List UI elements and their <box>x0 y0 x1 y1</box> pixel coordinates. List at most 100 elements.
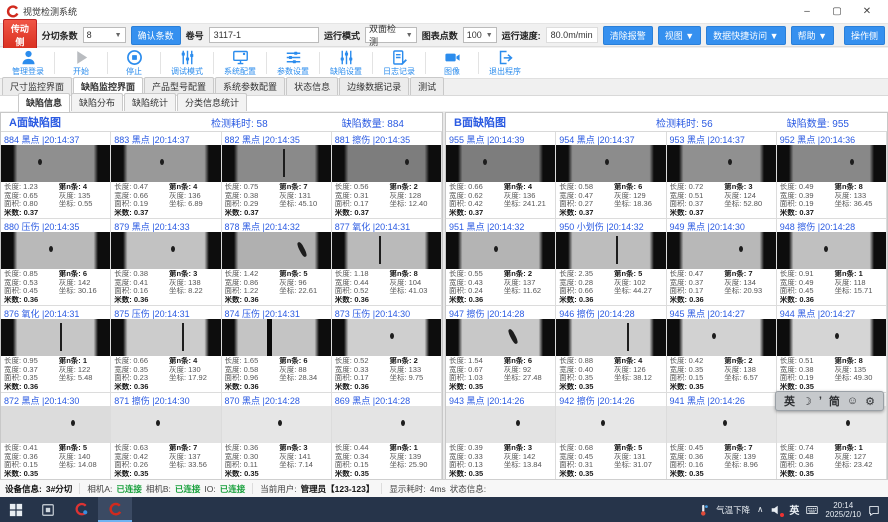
confirm-count-button[interactable]: 确认条数 <box>131 26 181 45</box>
caption-row: 坐标: 27.48 <box>504 374 553 383</box>
tab-main-4[interactable]: 状态信息 <box>286 77 338 95</box>
operator-side-button[interactable]: 操作侧 <box>844 26 885 45</box>
close-button[interactable]: ✕ <box>852 2 882 22</box>
tab-main-5[interactable]: 边缘数据记录 <box>339 77 409 95</box>
tool-exit[interactable]: 退出程序 <box>479 48 531 78</box>
ime-simplified-toggle[interactable]: 简 <box>829 393 840 409</box>
tool-monitor[interactable]: 系统配置 <box>214 48 266 78</box>
tool-log[interactable]: 日志记录 <box>373 48 425 78</box>
keyboard-icon[interactable] <box>806 504 818 516</box>
tool-user[interactable]: 管理登录 <box>2 48 54 78</box>
tool-debug-sliders[interactable]: 调试模式 <box>161 48 213 78</box>
caption-row: 长度: 0.45 <box>670 444 725 453</box>
defect-cell[interactable]: 953 黑点 |20:14:37长度: 0.72宽度: 0.51面积: 0.37… <box>667 132 777 219</box>
defect-cell[interactable]: 877 氧化 |20:14:31长度: 1.18宽度: 0.44面积: 0.52… <box>332 219 442 306</box>
start-button[interactable] <box>0 497 32 522</box>
caption-row: 灰度: 130 <box>169 366 218 375</box>
defect-cell[interactable]: 955 黑点 |20:14:39长度: 0.66宽度: 0.62面积: 0.42… <box>446 132 556 219</box>
defect-mark <box>182 323 184 351</box>
ime-toolbar[interactable]: 英 ☽ ’ 简 ☺ ⚙ <box>775 391 884 411</box>
defect-cell-header: 882 黑点 |20:14:35 <box>222 132 331 145</box>
taskbar-app-icon[interactable] <box>64 497 98 522</box>
ime-settings-gear-icon[interactable]: ⚙ <box>865 395 875 408</box>
weather-text[interactable]: 气温下降 <box>716 504 750 516</box>
defect-cell[interactable]: 944 黑点 |20:14:27长度: 0.51宽度: 0.38面积: 0.19… <box>777 306 887 393</box>
taskbar-app-icon-active[interactable] <box>98 497 132 522</box>
defect-cell[interactable]: 951 黑点 |20:14:32长度: 0.55宽度: 0.43面积: 0.24… <box>446 219 556 306</box>
defect-cell[interactable]: 884 黑点 |20:14:37长度: 1.23宽度: 0.65面积: 0.80… <box>1 132 111 219</box>
roll-number-input[interactable]: 3117-1 <box>209 27 319 43</box>
defect-cell[interactable]: 872 黑点 |20:14:30长度: 0.41宽度: 0.36面积: 0.15… <box>1 393 111 480</box>
defect-cell[interactable]: 945 黑点 |20:14:27长度: 0.42宽度: 0.35面积: 0.15… <box>667 306 777 393</box>
tool-camera[interactable]: 图像 <box>426 48 478 78</box>
ime-lang-toggle[interactable]: 英 <box>784 393 795 409</box>
ime-emoji-icon[interactable]: ☺ <box>847 395 858 407</box>
defect-cell[interactable]: 869 黑点 |20:14:28长度: 0.44宽度: 0.34面积: 0.15… <box>332 393 442 480</box>
defect-cell[interactable]: 873 压伤 |20:14:30长度: 0.52宽度: 0.33面积: 0.17… <box>332 306 442 393</box>
taskbar-clock[interactable]: 20:14 2025/2/10 <box>825 501 861 519</box>
caption-row: 米数: 0.37 <box>225 209 280 218</box>
task-view-button[interactable] <box>32 497 64 522</box>
defect-image <box>332 319 441 356</box>
run-mode-select[interactable]: 双面检测▼ <box>365 27 417 43</box>
caption-row: 面积: 0.36 <box>780 461 835 470</box>
caption-row: 面积: 0.45 <box>780 287 835 296</box>
defect-cell[interactable]: 952 黑点 |20:14:36长度: 0.49宽度: 0.39面积: 0.19… <box>777 132 887 219</box>
caption-row: 第n条: 7 <box>724 270 773 279</box>
tab-sub-2[interactable]: 缺陷统计 <box>124 93 176 111</box>
tool-defect-sliders[interactable]: 缺陷设置 <box>320 48 372 78</box>
defect-cell-header: 947 擦伤 |20:14:28 <box>446 306 555 319</box>
chart-points-select[interactable]: 100▼ <box>463 27 497 43</box>
tray-chevron[interactable]: ∧ <box>757 504 763 515</box>
tab-sub-0[interactable]: 缺陷信息 <box>18 93 70 112</box>
caption-row: 宽度: 0.33 <box>449 453 504 462</box>
view-menu-button[interactable]: 视图 ▼ <box>658 26 701 45</box>
help-menu-button[interactable]: 帮助 ▼ <box>791 26 834 45</box>
thermometer-icon[interactable] <box>697 504 709 516</box>
defect-cell[interactable]: 880 压伤 |20:14:35长度: 0.85宽度: 0.53面积: 0.45… <box>1 219 111 306</box>
defect-caption: 长度: 0.42宽度: 0.35面积: 0.15米数: 0.35第n条: 2灰度… <box>667 356 776 392</box>
defect-cell[interactable]: 881 擦伤 |20:14:35长度: 0.56宽度: 0.31面积: 0.17… <box>332 132 442 219</box>
defect-cell[interactable]: 954 黑点 |20:14:37长度: 0.58宽度: 0.47面积: 0.27… <box>556 132 666 219</box>
drive-side-button[interactable]: 传动侧 <box>3 19 37 51</box>
tool-play[interactable]: 开始 <box>55 48 107 78</box>
defect-cell-header: 871 擦伤 |20:14:30 <box>111 393 220 406</box>
tab-sub-3[interactable]: 分类信息统计 <box>177 93 247 111</box>
caption-row: 灰度: 131 <box>614 453 663 462</box>
defect-cell[interactable]: 876 氧化 |20:14:31长度: 0.95宽度: 0.37面积: 0.35… <box>1 306 111 393</box>
tool-stop[interactable]: 停止 <box>108 48 160 78</box>
minimize-button[interactable]: – <box>792 2 822 22</box>
tab-main-6[interactable]: 测试 <box>410 77 444 95</box>
ime-punct-toggle[interactable]: ’ <box>819 395 822 407</box>
maximize-button[interactable]: ▢ <box>822 2 852 22</box>
defect-cell[interactable]: 947 擦伤 |20:14:28长度: 1.54宽度: 0.67面积: 1.03… <box>446 306 556 393</box>
notification-icon[interactable] <box>868 504 880 516</box>
defect-cell[interactable]: 878 黑点 |20:14:32长度: 1.42宽度: 0.86面积: 1.22… <box>222 219 332 306</box>
caption-row: 坐标: 7.14 <box>279 461 328 470</box>
defect-cell[interactable]: 870 黑点 |20:14:28长度: 0.36宽度: 0.30面积: 0.11… <box>222 393 332 480</box>
defect-cell[interactable]: 882 黑点 |20:14:35长度: 0.75宽度: 0.38面积: 0.29… <box>222 132 332 219</box>
ime-language-indicator[interactable]: 英 <box>789 502 799 517</box>
volume-icon[interactable] <box>770 504 782 516</box>
quick-access-menu-button[interactable]: 数据快捷访问 ▼ <box>706 26 785 45</box>
defect-cell[interactable]: 949 黑点 |20:14:30长度: 0.47宽度: 0.37面积: 0.17… <box>667 219 777 306</box>
defect-cell[interactable]: 950 小划伤 |20:14:32长度: 2.35宽度: 0.28面积: 0.6… <box>556 219 666 306</box>
ime-halfwidth-icon[interactable]: ☽ <box>802 395 812 408</box>
tool-label: 日志记录 <box>383 66 415 77</box>
defect-cell[interactable]: 942 擦伤 |20:14:26长度: 0.68宽度: 0.45面积: 0.31… <box>556 393 666 480</box>
tab-sub-1[interactable]: 缺陷分布 <box>71 93 123 111</box>
defect-cell[interactable]: 875 压伤 |20:14:31长度: 0.66宽度: 0.35面积: 0.23… <box>111 306 221 393</box>
defect-cell[interactable]: 879 黑点 |20:14:33长度: 0.38宽度: 0.41面积: 0.16… <box>111 219 221 306</box>
caption-col-right: 第n条: 8灰度: 135坐标: 49.30 <box>834 357 883 391</box>
defect-cell[interactable]: 943 黑点 |20:14:26长度: 0.39宽度: 0.33面积: 0.13… <box>446 393 556 480</box>
slit-count-select[interactable]: 8▼ <box>83 27 126 43</box>
defect-cell[interactable]: 874 压伤 |20:14:31长度: 1.65宽度: 0.58面积: 0.96… <box>222 306 332 393</box>
defect-cell[interactable]: 948 擦伤 |20:14:28长度: 0.91宽度: 0.49面积: 0.45… <box>777 219 887 306</box>
defect-cell[interactable]: 946 擦伤 |20:14:28长度: 0.88宽度: 0.40面积: 0.35… <box>556 306 666 393</box>
defect-cell[interactable]: 883 黑点 |20:14:37长度: 0.47宽度: 0.66面积: 0.19… <box>111 132 221 219</box>
tool-params-sliders[interactable]: 参数设置 <box>267 48 319 78</box>
caption-col-right: 第n条: 3灰度: 138坐标: 8.22 <box>169 270 218 304</box>
clear-alarm-button[interactable]: 清除报警 <box>603 26 653 45</box>
defect-cell[interactable]: 871 擦伤 |20:14:30长度: 0.63宽度: 0.42面积: 0.26… <box>111 393 221 480</box>
defect-cell[interactable]: 941 黑点 |20:14:26长度: 0.45宽度: 0.36面积: 0.16… <box>667 393 777 480</box>
